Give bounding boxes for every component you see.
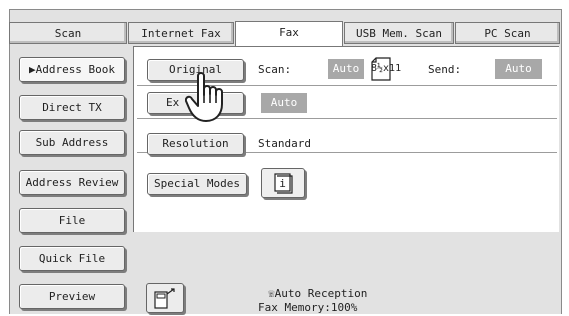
- hand-pointer-icon: [184, 70, 241, 124]
- special-modes-row: Special Modes i: [137, 163, 557, 203]
- sidebar-item-preview[interactable]: Preview: [19, 284, 125, 309]
- resolution-row: Resolution Standard: [137, 122, 557, 155]
- tab-scan[interactable]: Scan: [9, 22, 127, 44]
- info-button[interactable]: i: [261, 168, 305, 198]
- sidebar-item-address-book[interactable]: ▶Address Book: [19, 57, 125, 82]
- tab-pc-scan[interactable]: PC Scan: [455, 22, 560, 44]
- fax-machine-icon: [154, 288, 175, 309]
- reception-status: Auto Reception: [274, 287, 368, 300]
- info-icon: i: [274, 173, 293, 194]
- exposure-value: Auto: [261, 93, 307, 113]
- sidebar-item-direct-tx[interactable]: Direct TX: [19, 95, 125, 120]
- scan-value: Auto: [328, 59, 364, 79]
- scan-label: Scan:: [258, 63, 292, 76]
- special-modes-button[interactable]: Special Modes: [147, 173, 247, 195]
- sidebar-item-file[interactable]: File: [19, 208, 125, 233]
- fax-status: ☏Auto Reception Fax Memory:100%: [258, 287, 367, 315]
- paper-size-value: 8½x11: [371, 63, 402, 74]
- svg-text:i: i: [279, 177, 286, 190]
- sidebar-item-address-review[interactable]: Address Review: [19, 170, 125, 195]
- resolution-value: Standard: [258, 137, 311, 150]
- send-label: Send:: [428, 63, 462, 76]
- tab-usb-mem-scan[interactable]: USB Mem. Scan: [344, 22, 454, 44]
- sidebar-item-sub-address[interactable]: Sub Address: [19, 130, 125, 155]
- tab-fax[interactable]: Fax: [235, 21, 343, 46]
- tab-internet-fax[interactable]: Internet Fax: [128, 22, 234, 44]
- sidebar-item-quick-file[interactable]: Quick File: [19, 246, 125, 271]
- fax-send-button[interactable]: [146, 283, 184, 313]
- phone-icon: ☏: [268, 287, 275, 300]
- send-value: Auto: [495, 59, 542, 79]
- resolution-button[interactable]: Resolution: [147, 133, 244, 155]
